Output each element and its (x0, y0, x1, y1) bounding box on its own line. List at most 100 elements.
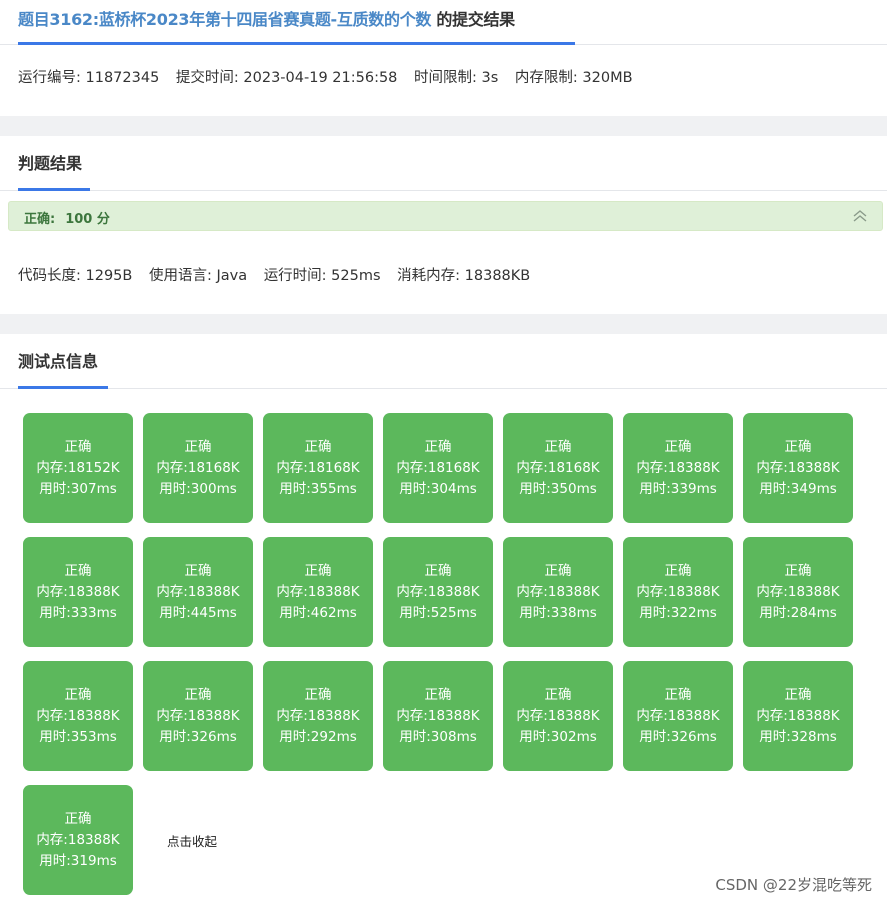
judge-result-card: 判题结果 正确: 100 分 代码长度: 1295B 使用语言: Java 运行时… (0, 136, 887, 314)
status-label: 正确: (24, 212, 56, 227)
test-memory: 内存:18388K (276, 584, 360, 600)
test-point[interactable]: 正确内存:18168K 用时:304ms (383, 413, 493, 523)
test-time: 用时:462ms (279, 605, 357, 621)
test-point[interactable]: 正确 内存:18388K 用时:326ms (623, 661, 733, 771)
test-point[interactable]: 正确 内存:18388K 用时:349ms (743, 413, 853, 523)
test-status: 正确 (784, 563, 812, 579)
problem-link[interactable]: 题目3162:蓝桥杯2023年第十四届省赛真题-互质数的个数 (18, 10, 431, 29)
test-point[interactable]: 正确内存:18388K 用时:292ms (263, 661, 373, 771)
test-point[interactable]: 正确 内存:18152K 用时:307ms (23, 413, 133, 523)
collapse-toggle-link[interactable]: 点击收起 (167, 831, 217, 850)
test-memory: 内存:18388K (276, 708, 360, 724)
test-point[interactable]: 正确内存:18388K 用时:302ms (503, 661, 613, 771)
test-point[interactable]: 正确内存:18168K 用时:350ms (503, 413, 613, 523)
test-point[interactable]: 正确 内存:18388K 用时:525ms (383, 537, 493, 647)
submission-info: 运行编号: 11872345 提交时间: 2023-04-19 21:56:58… (18, 66, 645, 87)
test-time: 用时:339ms (639, 481, 717, 497)
test-time: 用时:292ms (279, 729, 357, 745)
test-point[interactable]: 正确 内存:18388K 用时:308ms (383, 661, 493, 771)
test-memory: 内存:18388K (36, 584, 120, 600)
test-status: 正确 (544, 687, 572, 703)
test-status: 正确 (544, 439, 572, 455)
test-point[interactable]: 正确 内存:18388K 用时:328ms (743, 661, 853, 771)
test-memory: 内存:18388K (396, 584, 480, 600)
test-memory: 内存:18168K (396, 460, 480, 476)
test-point[interactable]: 正确 内存:18168K 用时:300ms (143, 413, 253, 523)
result-status: 正确: 100 分 (24, 208, 110, 227)
test-memory: 内存:18388K (636, 460, 720, 476)
test-memory: 内存:18168K (276, 460, 360, 476)
test-status: 正确 (64, 687, 92, 703)
test-time: 用时:328ms (759, 729, 837, 745)
test-status: 正确 (424, 687, 452, 703)
judge-info: 代码长度: 1295B 使用语言: Java 运行时间: 525ms 消耗内存:… (18, 264, 542, 285)
test-time: 用时:284ms (759, 605, 837, 621)
test-point[interactable]: 正确 内存:18388K 用时:284ms (743, 537, 853, 647)
test-time: 用时:333ms (39, 605, 117, 621)
test-memory: 内存:18168K (516, 460, 600, 476)
judge-result-title: 判题结果 (18, 154, 83, 173)
test-point[interactable]: 正确内存:18388K 用时:322ms (623, 537, 733, 647)
test-status: 正确 (544, 563, 572, 579)
test-time: 用时:338ms (519, 605, 597, 621)
test-status: 正确 (664, 563, 692, 579)
test-time: 用时:350ms (519, 481, 597, 497)
test-point[interactable]: 正确内存:18388K 用时:319ms (23, 785, 133, 895)
test-status: 正确 (304, 687, 332, 703)
time-limit: 时间限制: 3s (414, 70, 499, 86)
test-point[interactable]: 正确内存:18388K 用时:339ms (623, 413, 733, 523)
test-point[interactable]: 正确内存:18388K 用时:353ms (23, 661, 133, 771)
test-memory: 内存:18388K (516, 584, 600, 600)
run-time: 运行时间: 525ms (263, 268, 381, 284)
test-time: 用时:349ms (759, 481, 837, 497)
test-memory: 内存:18388K (636, 708, 720, 724)
code-length: 代码长度: 1295B (18, 268, 133, 284)
test-status: 正确 (664, 439, 692, 455)
test-time: 用时:353ms (39, 729, 117, 745)
test-point[interactable]: 正确 内存:18388K 用时:326ms (143, 661, 253, 771)
test-status: 正确 (184, 687, 212, 703)
test-points-title: 测试点信息 (18, 352, 99, 371)
test-memory: 内存:18152K (36, 460, 120, 476)
submission-card: 题目3162:蓝桥杯2023年第十四届省赛真题-互质数的个数 的提交结果 运行编… (0, 0, 887, 116)
submit-time: 提交时间: 2023-04-19 21:56:58 (175, 70, 398, 86)
run-id: 运行编号: 11872345 (18, 70, 160, 86)
judge-tab-underline (18, 188, 90, 191)
memory-limit: 内存限制: 320MB (514, 70, 633, 86)
test-time: 用时:322ms (639, 605, 717, 621)
test-memory: 内存:18388K (636, 584, 720, 600)
test-status: 正确 (184, 563, 212, 579)
result-status-bar[interactable]: 正确: 100 分 (8, 201, 883, 231)
test-memory: 内存:18388K (516, 708, 600, 724)
test-point[interactable]: 正确 内存:18168K 用时:355ms (263, 413, 373, 523)
test-time: 用时:307ms (39, 481, 117, 497)
test-memory: 内存:18388K (36, 832, 120, 848)
test-point[interactable]: 正确内存:18388K 用时:445ms (143, 537, 253, 647)
test-memory: 内存:18388K (36, 708, 120, 724)
test-status: 正确 (424, 439, 452, 455)
test-time: 用时:319ms (39, 853, 117, 869)
submission-header: 题目3162:蓝桥杯2023年第十四届省赛真题-互质数的个数 的提交结果 (0, 0, 887, 45)
test-status: 正确 (64, 811, 92, 827)
double-chevron-up-icon[interactable] (852, 209, 868, 223)
watermark: CSDN @22岁混吃等死 (715, 876, 872, 894)
test-memory: 内存:18388K (156, 584, 240, 600)
test-time: 用时:326ms (159, 729, 237, 745)
test-time: 用时:355ms (279, 481, 357, 497)
score: 100 分 (65, 212, 110, 227)
test-point[interactable]: 正确内存:18388K 用时:338ms (503, 537, 613, 647)
test-status: 正确 (304, 563, 332, 579)
test-time: 用时:302ms (519, 729, 597, 745)
page-title: 题目3162:蓝桥杯2023年第十四届省赛真题-互质数的个数 的提交结果 (18, 6, 515, 30)
tests-tab-underline (18, 386, 108, 389)
test-point[interactable]: 正确 内存:18388K 用时:333ms (23, 537, 133, 647)
test-memory: 内存:18168K (156, 460, 240, 476)
test-status: 正确 (784, 439, 812, 455)
test-time: 用时:445ms (159, 605, 237, 621)
test-point[interactable]: 正确内存:18388K 用时:462ms (263, 537, 373, 647)
judge-result-header: 判题结果 (0, 136, 887, 191)
test-status: 正确 (184, 439, 212, 455)
test-time: 用时:304ms (399, 481, 477, 497)
test-time: 用时:326ms (639, 729, 717, 745)
test-time: 用时:308ms (399, 729, 477, 745)
